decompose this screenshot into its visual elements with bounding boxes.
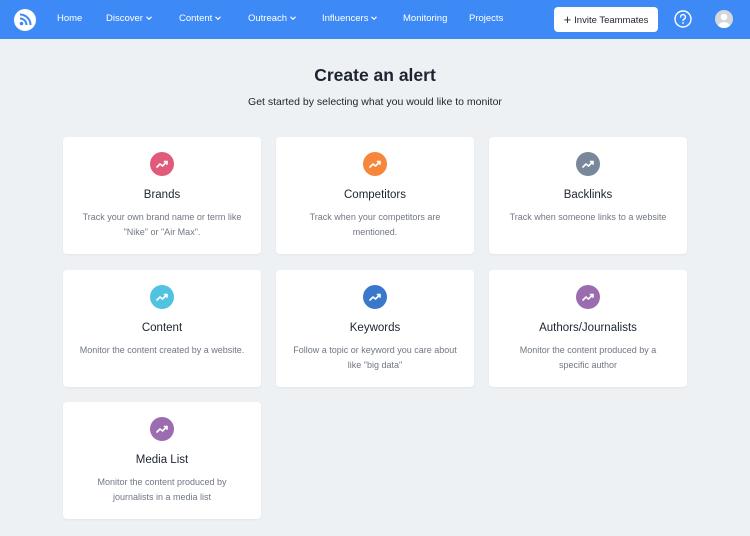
rss-feed-logo[interactable] xyxy=(14,9,36,31)
nav-content-label: Content xyxy=(179,13,213,24)
card-title: Content xyxy=(141,322,183,334)
card-title: Competitors xyxy=(344,189,406,201)
page-subtitle: Get started by selecting what you would … xyxy=(248,96,502,108)
nav-influencers[interactable]: Influencers xyxy=(322,13,378,25)
invite-teammates-label: Invite Teammates xyxy=(574,15,649,26)
nav-content[interactable]: Content xyxy=(179,13,222,25)
nav-discover-label: Discover xyxy=(106,13,143,24)
nav-projects-label: Projects xyxy=(469,13,504,24)
nav-influencers-label: Influencers xyxy=(322,13,369,24)
nav-monitoring[interactable]: Monitoring xyxy=(403,13,447,25)
nav-discover[interactable]: Discover xyxy=(106,13,153,25)
nav-outreach-label: Outreach xyxy=(248,13,288,24)
trending-up-icon xyxy=(363,285,387,309)
chevron-down-icon xyxy=(371,16,378,21)
card-description: Monitor the content produced by journali… xyxy=(97,477,227,502)
alert-card-keywords[interactable]: Keywords Follow a topic or keyword you c… xyxy=(276,270,474,387)
card-description: Track your own brand name or term like "… xyxy=(82,212,242,237)
card-description: Follow a topic or keyword you care about… xyxy=(293,345,457,370)
card-title: Brands xyxy=(143,189,181,201)
chevron-down-icon xyxy=(146,16,152,21)
nav-monitoring-label: Monitoring xyxy=(403,13,448,24)
card-title: Keywords xyxy=(349,322,401,334)
trending-up-icon xyxy=(150,285,174,309)
nav-home[interactable]: Home xyxy=(57,13,82,25)
card-title: Backlinks xyxy=(563,189,613,201)
alert-card-backlinks[interactable]: Backlinks Track when someone links to a … xyxy=(489,137,687,254)
user-avatar[interactable] xyxy=(715,10,733,28)
card-description: Track when someone links to a website xyxy=(509,212,667,222)
trending-up-icon xyxy=(363,152,387,176)
alert-card-competitors[interactable]: Competitors Track when your competitors … xyxy=(276,137,474,254)
nav-projects[interactable]: Projects xyxy=(469,13,503,25)
user-avatar-icon xyxy=(717,13,731,28)
trending-up-icon xyxy=(576,285,600,309)
chevron-down-icon xyxy=(290,16,296,21)
card-title: Authors/Journalists xyxy=(539,322,637,334)
trending-up-icon xyxy=(576,152,600,176)
chevron-down-icon xyxy=(215,16,222,21)
card-description: Monitor the content created by a website… xyxy=(79,345,245,355)
plus-icon: + xyxy=(563,12,572,27)
card-description: Track when your competitors are mentione… xyxy=(309,212,441,237)
alert-card-content[interactable]: Content Monitor the content created by a… xyxy=(63,270,261,387)
trending-up-icon xyxy=(150,417,174,441)
page-title: Create an alert xyxy=(314,65,436,85)
card-description: Monitor the content produced by a specif… xyxy=(519,345,657,370)
question-circle-icon[interactable] xyxy=(674,10,692,28)
alert-card-brands[interactable]: Brands Track your own brand name or term… xyxy=(63,137,261,254)
nav-outreach[interactable]: Outreach xyxy=(248,13,297,25)
alert-card-authors-journalists[interactable]: Authors/Journalists Monitor the content … xyxy=(489,270,687,387)
nav-home-label: Home xyxy=(57,13,83,24)
card-title: Media List xyxy=(135,454,189,466)
top-nav-bar: Home Discover Content Outreach Influence… xyxy=(0,0,750,39)
alert-card-media-list[interactable]: Media List Monitor the content produced … xyxy=(63,402,261,519)
invite-teammates-button[interactable]: + Invite Teammates xyxy=(554,7,658,32)
trending-up-icon xyxy=(150,152,174,176)
